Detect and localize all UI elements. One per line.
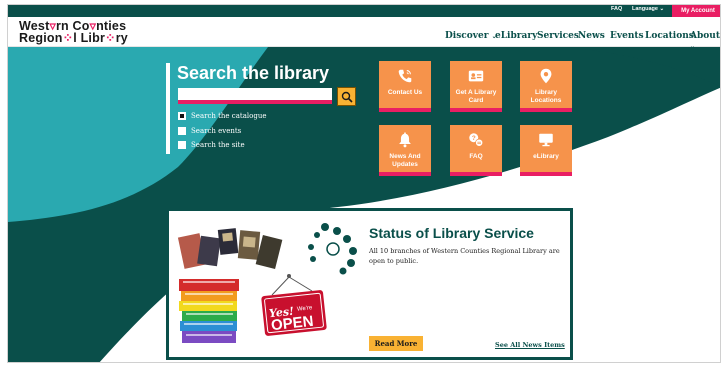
option-label: Search events xyxy=(191,127,242,135)
tile-label: FAQ xyxy=(469,153,483,160)
browser-page: FAQ Language ⌄ My Account West▿rn Co▿nti… xyxy=(7,4,721,363)
location-pin-icon xyxy=(540,68,552,84)
search-button[interactable] xyxy=(337,87,356,106)
tile-label: Library Locations xyxy=(530,89,562,104)
status-text: All 10 branches of Western Counties Regi… xyxy=(369,247,560,265)
radio-checked[interactable] xyxy=(178,112,186,120)
tile-library-locations[interactable]: Library Locations xyxy=(520,61,572,112)
search-input[interactable] xyxy=(178,88,332,104)
site-header: West▿rn Co▿nties Region⁘l Libr⁘ry Discov… xyxy=(8,17,720,50)
language-dropdown[interactable]: Language ⌄ xyxy=(632,6,664,12)
nav-locations[interactable]: Locations xyxy=(645,31,694,41)
radio-unchecked[interactable] xyxy=(178,127,186,135)
tile-label: eLibrary xyxy=(533,153,559,160)
tile-label: News And Updates xyxy=(389,153,421,168)
nav-events[interactable]: Events xyxy=(610,31,644,41)
utility-faq-link[interactable]: FAQ xyxy=(611,6,622,12)
language-label: Language xyxy=(632,6,658,12)
tile-elibrary[interactable]: eLibrary xyxy=(520,125,572,176)
book-stack-icon xyxy=(179,279,239,343)
tile-get-library-card[interactable]: Get A Library Card xyxy=(450,61,502,112)
search-accent-bar xyxy=(166,63,170,154)
my-account-button[interactable]: My Account xyxy=(672,5,720,17)
tile-news-and-updates[interactable]: News And Updates xyxy=(379,125,431,176)
nav-news[interactable]: News xyxy=(578,31,605,41)
nav-elibrary[interactable]: eLibrary xyxy=(495,31,537,41)
logo-line-2: Region⁘l Libr⁘ry xyxy=(19,30,128,45)
svg-text:?: ? xyxy=(472,135,476,142)
site-logo[interactable]: West▿rn Co▿nties Region⁘l Libr⁘ry xyxy=(19,20,128,45)
search-title: Search the library xyxy=(177,63,330,83)
nav-services[interactable]: Services xyxy=(537,31,579,41)
see-all-news-link[interactable]: See All News Items xyxy=(495,341,565,349)
tile-contact-us[interactable]: Contact Us xyxy=(379,61,431,112)
monitor-icon xyxy=(539,133,553,147)
search-icon xyxy=(341,91,353,103)
tile-label: Get A Library Card xyxy=(455,89,497,104)
radio-unchecked[interactable] xyxy=(178,141,186,149)
status-card: Yes! We're OPEN Status of Library Servic… xyxy=(166,208,573,360)
faq-chat-icon: ? xyxy=(469,133,484,147)
search-option-events[interactable]: Search events xyxy=(178,126,241,136)
decorative-dots-icon xyxy=(308,223,357,275)
utility-bar: FAQ Language ⌄ My Account xyxy=(8,5,720,17)
search-option-site[interactable]: Search the site xyxy=(178,140,245,150)
option-label: Search the site xyxy=(191,141,245,149)
status-title: Status of Library Service xyxy=(369,225,534,241)
option-label: Search the catalogue xyxy=(191,112,267,120)
card-icon xyxy=(468,70,484,82)
bell-icon xyxy=(399,132,411,148)
tile-faq[interactable]: ? FAQ xyxy=(450,125,502,176)
flying-books-icon xyxy=(177,228,283,269)
nav-discover[interactable]: Discover ⌄ xyxy=(445,31,497,41)
tile-label: Contact Us xyxy=(387,89,423,96)
read-more-button[interactable]: Read More xyxy=(369,336,423,351)
library-open-illustration xyxy=(177,223,357,343)
search-option-catalogue[interactable]: Search the catalogue xyxy=(178,111,266,121)
phone-icon xyxy=(398,69,412,83)
